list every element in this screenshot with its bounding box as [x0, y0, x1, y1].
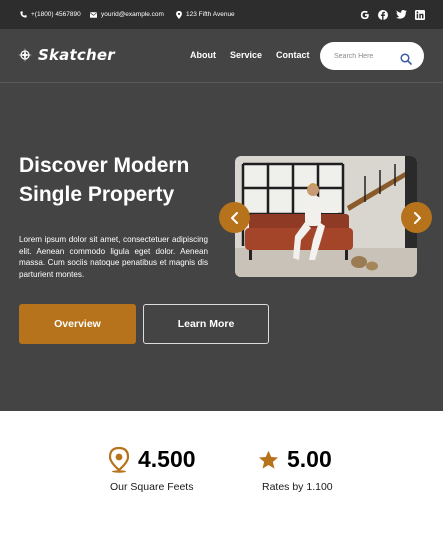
overview-button[interactable]: Overview: [19, 304, 136, 344]
stat-label-square-feet: Our Square Feets: [110, 481, 194, 493]
social-links: [360, 0, 425, 29]
site-logo[interactable]: Skatcher: [18, 46, 115, 64]
stat-value-square-feet: 4.500: [138, 446, 196, 472]
nav-contact[interactable]: Contact: [276, 50, 310, 60]
hero-title-line1: Discover Modern: [19, 154, 190, 177]
search-input[interactable]: [334, 52, 398, 60]
top-info-bar: +(1800) 4567890 yourid@example.com 123 F…: [0, 0, 443, 29]
star-icon: [258, 450, 279, 469]
header-divider: [0, 82, 443, 83]
facebook-icon[interactable]: [378, 9, 388, 20]
stat-label-rating: Rates by 1.100: [262, 481, 333, 493]
stat-square-feet: 4.500: [108, 446, 196, 473]
chevron-left-icon: [230, 211, 238, 224]
main-nav: About Service Contact: [190, 50, 310, 60]
search-icon[interactable]: [400, 50, 412, 69]
learn-more-button[interactable]: Learn More: [143, 304, 269, 344]
email-text: yourid@example.com: [101, 11, 164, 18]
email-info[interactable]: yourid@example.com: [90, 0, 164, 29]
hero-description: Lorem ipsum dolor sit amet, consectetuer…: [19, 235, 208, 279]
stat-value-rating: 5.00: [287, 446, 332, 472]
linkedin-icon[interactable]: [415, 9, 425, 20]
nav-about[interactable]: About: [190, 50, 216, 60]
address-info[interactable]: 123 Fifth Avenue: [176, 0, 235, 29]
phone-text: +(1800) 4567890: [31, 11, 81, 18]
logo-text: Skatcher: [38, 46, 115, 64]
address-text: 123 Fifth Avenue: [186, 11, 235, 18]
location-pin-icon: [108, 446, 130, 473]
hero-title-line2: Single Property: [19, 183, 175, 206]
google-icon[interactable]: [360, 10, 370, 20]
compass-logo-icon: [18, 48, 32, 62]
search-box: [320, 42, 424, 70]
envelope-icon: [90, 11, 97, 18]
chevron-right-icon: [413, 211, 421, 224]
phone-info[interactable]: +(1800) 4567890: [20, 0, 81, 29]
stat-rating: 5.00: [258, 446, 332, 473]
hero-title: Discover Modern Single Property: [19, 151, 219, 209]
phone-icon: [20, 11, 27, 18]
carousel-next-button[interactable]: [401, 202, 432, 233]
nav-service[interactable]: Service: [230, 50, 262, 60]
property-photo: [235, 156, 417, 277]
twitter-icon[interactable]: [396, 10, 407, 19]
carousel-prev-button[interactable]: [219, 202, 250, 233]
map-pin-icon: [176, 10, 182, 19]
